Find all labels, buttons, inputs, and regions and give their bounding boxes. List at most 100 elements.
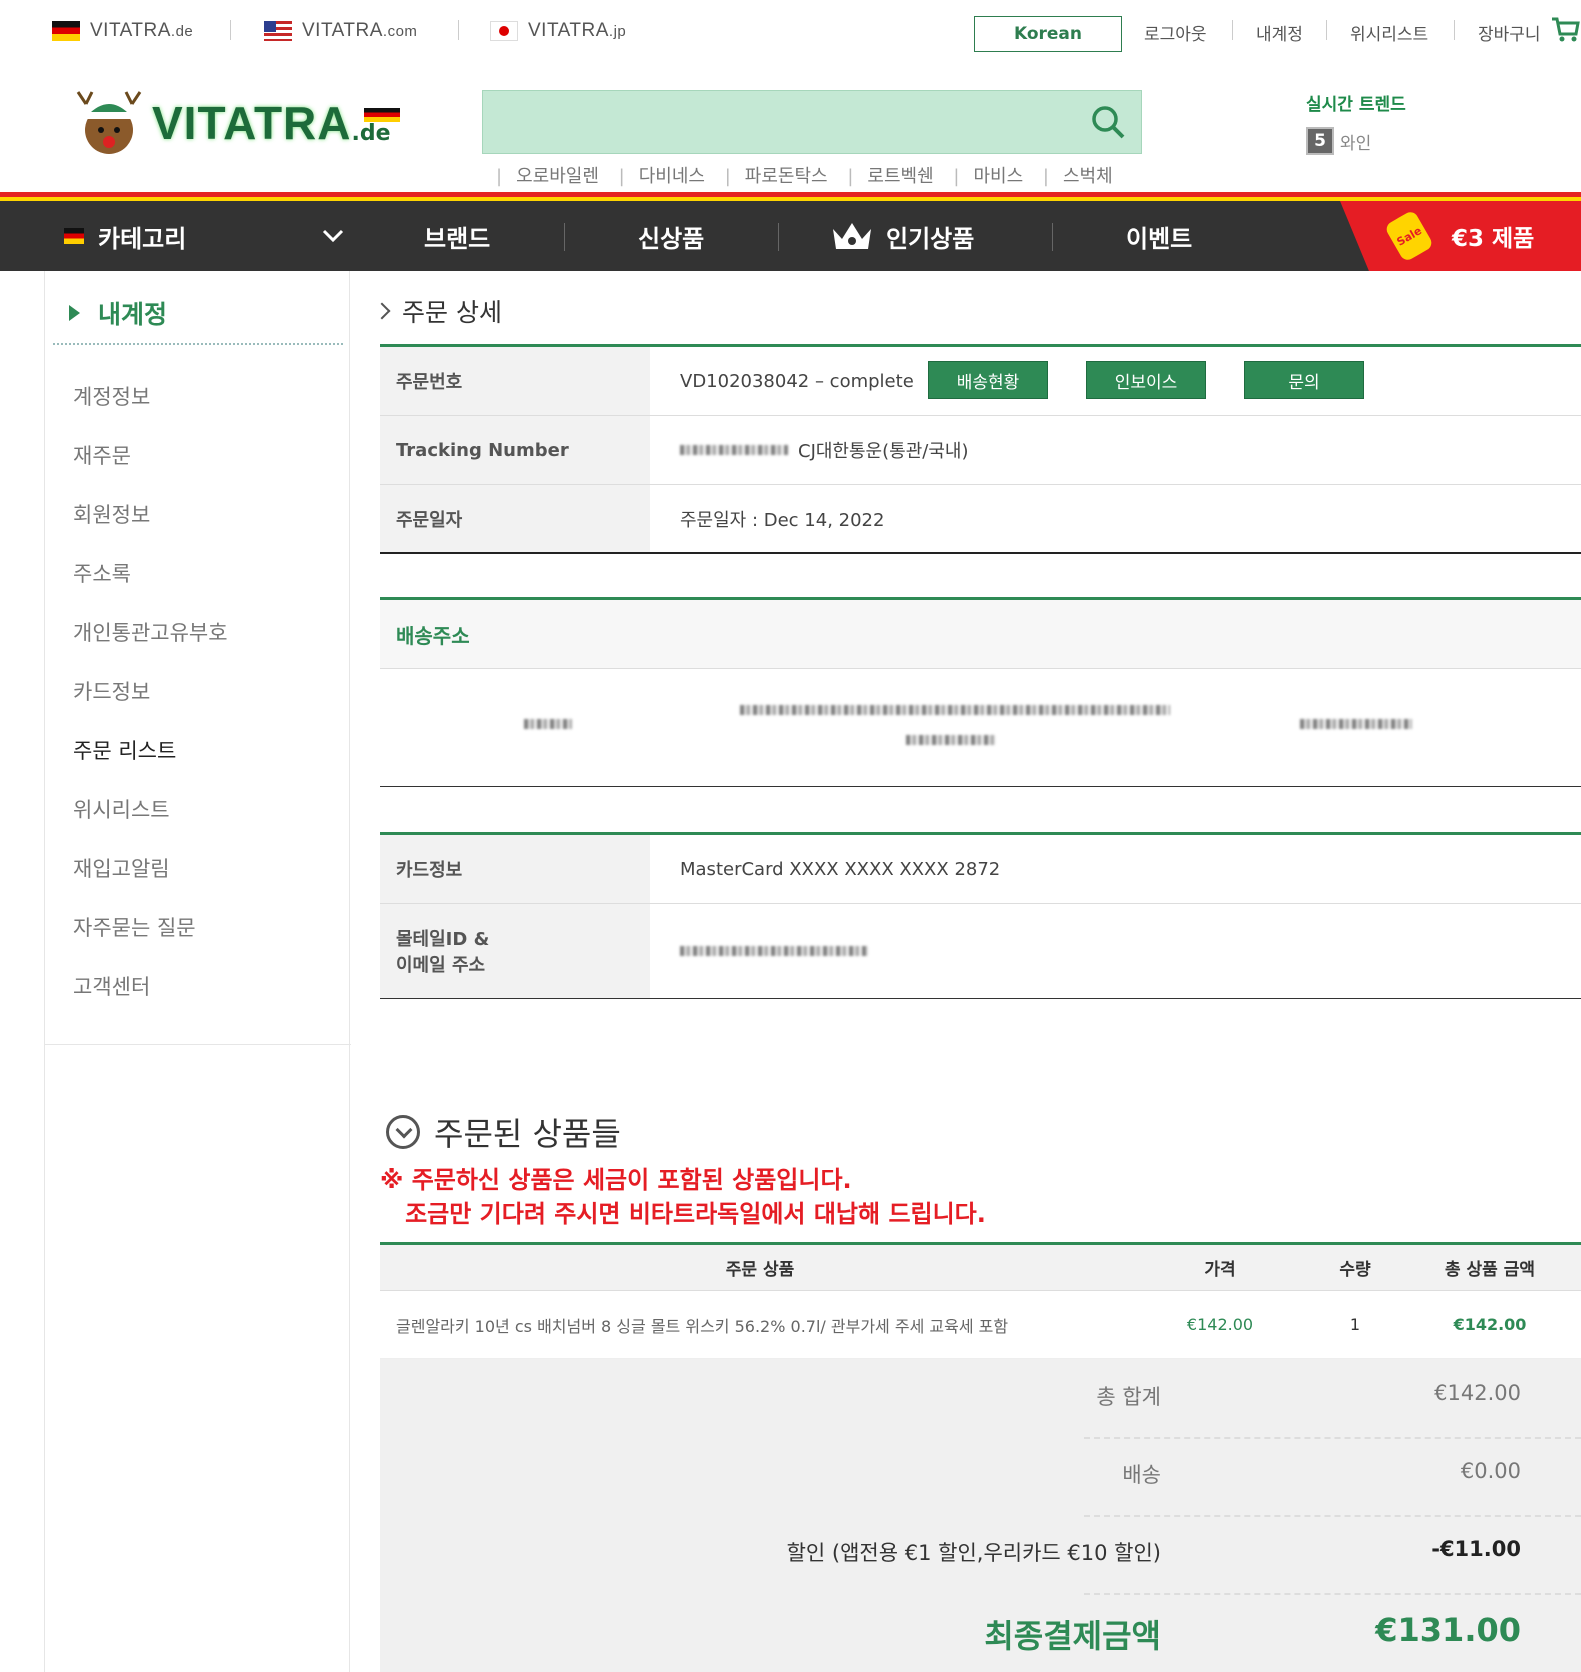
divider <box>1084 1515 1581 1517</box>
order-number-label: 주문번호 <box>380 347 650 415</box>
sidebar-item-card-info[interactable]: 카드정보 <box>73 676 150 706</box>
site-tld: .com <box>382 22 418 40</box>
sidebar-item-account-info[interactable]: 계정정보 <box>73 381 150 411</box>
order-info-table: 주문번호 VD102038042 – complete 배송현황 인보이스 문의… <box>380 344 1581 554</box>
divider <box>1084 1593 1581 1595</box>
divider <box>1326 20 1327 40</box>
cart-link[interactable]: 장바구니 <box>1478 20 1541 45</box>
keyword-link[interactable]: 로트벡쉔 <box>867 166 933 187</box>
header-qty: 수량 <box>1339 1260 1371 1280</box>
sidebar-item-member-info[interactable]: 회원정보 <box>73 499 150 529</box>
site-name: VITATRA <box>528 20 609 41</box>
id-email-label-line2: 이메일 주소 <box>396 955 486 976</box>
tracking-value: CJ대한통운(통관/국내) <box>680 416 968 484</box>
site-name: VITATRA <box>302 20 383 41</box>
inquiry-button[interactable]: 문의 <box>1244 361 1364 399</box>
my-account-link[interactable]: 내계정 <box>1256 20 1303 45</box>
shipping-fee-label: 배송 <box>1122 1463 1161 1487</box>
divider <box>1052 223 1053 251</box>
site-link-de[interactable]: VITATRA .de <box>52 20 193 42</box>
invoice-button[interactable]: 인보이스 <box>1086 361 1206 399</box>
germany-flag-icon <box>364 108 400 122</box>
order-number-row: 주문번호 VD102038042 – complete 배송현황 인보이스 문의 <box>380 347 1581 416</box>
trend-item[interactable]: 5 와인 <box>1306 127 1406 155</box>
nav-brand[interactable]: 브랜드 <box>424 201 490 271</box>
sidebar-item-faq[interactable]: 자주묻는 질문 <box>73 912 196 942</box>
site-tld: .jp <box>608 22 627 40</box>
sidebar-title: 내계정 <box>69 295 167 331</box>
sale-label[interactable]: €3 제품 <box>1452 201 1534 271</box>
site-link-com[interactable]: VITATRA .com <box>264 20 417 42</box>
tracking-label: Tracking Number <box>380 416 650 484</box>
keyword-link[interactable]: 오로바일렌 <box>516 166 599 187</box>
discount-value: -€11.00 <box>1431 1537 1521 1561</box>
sidebar-title-label: 내계정 <box>98 300 168 329</box>
shipping-status-button[interactable]: 배송현황 <box>928 361 1048 399</box>
keyword-link[interactable]: 다비네스 <box>639 166 705 187</box>
card-info-label: 카드정보 <box>380 835 650 903</box>
nav-category[interactable]: 카테고리 <box>64 201 344 271</box>
logo-text: VITATRA <box>152 97 352 149</box>
realtime-trend: 실시간 트렌드 5 와인 <box>1306 90 1406 155</box>
page-title-label: 주문 상세 <box>402 298 502 327</box>
redacted-text <box>524 719 572 729</box>
product-name[interactable]: 글렌알라키 10년 cs 배치넘버 8 싱글 몰트 위스키 56.2% 0.7l… <box>396 1291 1008 1358</box>
order-summary: 총 합계 €142.00 배송 €0.00 할인 (앱전용 €1 할인,우리카드… <box>380 1359 1581 1672</box>
redacted-text <box>680 445 788 455</box>
redacted-text <box>906 735 996 745</box>
divider <box>230 20 231 40</box>
nav-event[interactable]: 이벤트 <box>1126 201 1192 271</box>
sidebar-item-wishlist[interactable]: 위시리스트 <box>73 794 170 824</box>
logout-link[interactable]: 로그아웃 <box>1144 20 1207 45</box>
site-link-jp[interactable]: VITATRA .jp <box>490 20 626 42</box>
sidebar-item-order-list[interactable]: 주문 리스트 <box>73 735 176 765</box>
keyword-link[interactable]: 파로돈탁스 <box>745 166 828 187</box>
sidebar-item-address-book[interactable]: 주소록 <box>73 558 131 588</box>
redacted-text <box>1300 719 1412 729</box>
tracking-carrier[interactable]: CJ대한통운(통관/국내) <box>798 437 968 463</box>
product-qty: 1 <box>1349 1315 1361 1334</box>
usa-flag-icon <box>264 21 292 41</box>
ordered-items-title: 주문된 상품들 <box>386 1109 621 1155</box>
redacted-text <box>740 705 1170 715</box>
site-logo[interactable]: VITATRA .de <box>72 86 400 160</box>
search-icon[interactable] <box>1089 103 1127 141</box>
reindeer-mascot-icon <box>76 91 142 154</box>
order-date-row: 주문일자 주문일자 : Dec 14, 2022 <box>380 485 1581 552</box>
order-number-value: VD102038042 – complete <box>680 370 914 392</box>
keyword-link[interactable]: 마비스 <box>973 166 1023 187</box>
search-box <box>482 90 1142 154</box>
shipping-address-body <box>380 669 1581 787</box>
language-button[interactable]: Korean <box>974 16 1122 52</box>
trend-title: 실시간 트렌드 <box>1306 95 1406 115</box>
divider <box>778 223 779 251</box>
divider: | <box>724 166 731 187</box>
nav-category-label: 카테고리 <box>98 224 187 253</box>
tracking-row: Tracking Number CJ대한통운(통관/국내) <box>380 416 1581 485</box>
shipping-address-header: 배송주소 <box>380 597 1581 669</box>
circle-chevron-down-icon <box>386 1115 420 1149</box>
trend-rank: 5 <box>1306 127 1334 155</box>
trend-term: 와인 <box>1340 133 1372 154</box>
germany-flag-icon <box>52 21 80 41</box>
divider: | <box>953 166 960 187</box>
sidebar-item-restock-alert[interactable]: 재입고알림 <box>73 853 170 883</box>
popular-keywords: | 오로바일렌 | 다비네스 | 파로돈탁스 | 로트벡쉔 | 마비스 | 스벅체 <box>490 162 1145 188</box>
divider <box>45 1044 351 1045</box>
site-tld: .de <box>170 22 194 40</box>
sidebar-item-customer-center[interactable]: 고객센터 <box>73 971 150 1001</box>
sidebar-item-reorder[interactable]: 재주문 <box>73 440 131 470</box>
nav-popular[interactable]: 인기상품 <box>830 201 974 271</box>
search-input[interactable] <box>483 91 1063 153</box>
sidebar-item-customs-code[interactable]: 개인통관고유부호 <box>73 617 228 647</box>
final-total-label: 최종결제금액 <box>984 1617 1161 1655</box>
cart-icon[interactable] <box>1550 14 1580 44</box>
keyword-link[interactable]: 스벅체 <box>1063 166 1113 187</box>
wishlist-link[interactable]: 위시리스트 <box>1350 20 1428 45</box>
redacted-text <box>680 946 868 956</box>
nav-new[interactable]: 신상품 <box>638 201 704 271</box>
discount-label: 할인 (앱전용 €1 할인,우리카드 €10 할인) <box>786 1541 1161 1565</box>
card-info-row: 카드정보 MasterCard XXXX XXXX XXXX 2872 <box>380 835 1581 904</box>
chevron-right-icon <box>373 302 391 320</box>
divider <box>1232 20 1233 40</box>
